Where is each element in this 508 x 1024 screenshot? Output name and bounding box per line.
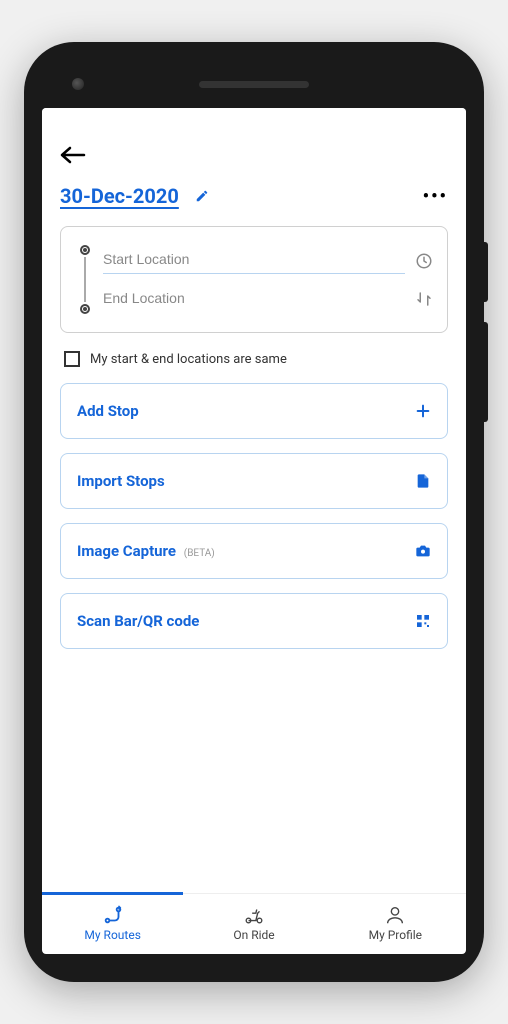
- start-location-input[interactable]: [103, 247, 405, 274]
- edit-icon[interactable]: [195, 188, 209, 207]
- qr-icon: [415, 613, 431, 629]
- route-icon: [102, 904, 124, 926]
- screen: 30-Dec-2020 •••: [42, 108, 466, 954]
- add-stop-button[interactable]: Add Stop: [60, 383, 448, 439]
- nav-on-ride[interactable]: On Ride: [183, 894, 324, 954]
- phone-bezel-top: [42, 60, 466, 108]
- start-location-row: [103, 241, 433, 280]
- date-row: 30-Dec-2020 •••: [60, 184, 448, 208]
- date-label[interactable]: 30-Dec-2020: [60, 184, 179, 208]
- main-content: 30-Dec-2020 •••: [42, 136, 466, 893]
- scan-code-label: Scan Bar/QR code: [77, 612, 199, 630]
- nav-on-ride-label: On Ride: [233, 928, 274, 942]
- import-stops-button[interactable]: Import Stops: [60, 453, 448, 509]
- nav-my-profile-label: My Profile: [369, 928, 422, 942]
- swap-icon[interactable]: [415, 290, 433, 308]
- scooter-icon: [243, 904, 265, 926]
- phone-bezel-bottom: [42, 954, 466, 964]
- status-bar: [42, 108, 466, 136]
- import-stops-label: Import Stops: [77, 472, 165, 490]
- image-capture-label: Image Capture: [77, 542, 176, 560]
- scan-code-button[interactable]: Scan Bar/QR code: [60, 593, 448, 649]
- nav-my-profile[interactable]: My Profile: [325, 894, 466, 954]
- end-location-row: [103, 280, 433, 318]
- image-capture-button[interactable]: Image Capture (BETA): [60, 523, 448, 579]
- profile-icon: [384, 904, 406, 926]
- plus-icon: [415, 403, 431, 419]
- file-import-icon: [415, 473, 431, 489]
- same-location-label: My start & end locations are same: [90, 352, 287, 367]
- front-camera: [72, 78, 84, 90]
- nav-my-routes-label: My Routes: [84, 928, 140, 942]
- location-fields: [103, 241, 433, 318]
- beta-badge: (BETA): [184, 548, 215, 559]
- nav-my-routes[interactable]: My Routes: [42, 894, 183, 954]
- end-dot-icon: [80, 304, 90, 314]
- history-icon[interactable]: [415, 252, 433, 270]
- end-location-input[interactable]: [103, 286, 405, 312]
- camera-icon: [415, 543, 431, 559]
- route-line: [75, 241, 95, 318]
- nav-active-indicator: [42, 892, 183, 895]
- location-card: [60, 226, 448, 333]
- bottom-nav: My Routes On Ride My Profile: [42, 893, 466, 954]
- more-menu-icon[interactable]: •••: [423, 186, 448, 207]
- start-dot-icon: [80, 245, 90, 255]
- phone-frame: 30-Dec-2020 •••: [24, 42, 484, 982]
- add-stop-label: Add Stop: [77, 402, 139, 420]
- speaker-grille: [199, 81, 309, 88]
- same-location-row[interactable]: My start & end locations are same: [60, 347, 448, 383]
- same-location-checkbox[interactable]: [64, 351, 80, 367]
- connector-line: [84, 257, 86, 302]
- date-section[interactable]: 30-Dec-2020: [60, 184, 209, 208]
- back-button[interactable]: [60, 136, 448, 184]
